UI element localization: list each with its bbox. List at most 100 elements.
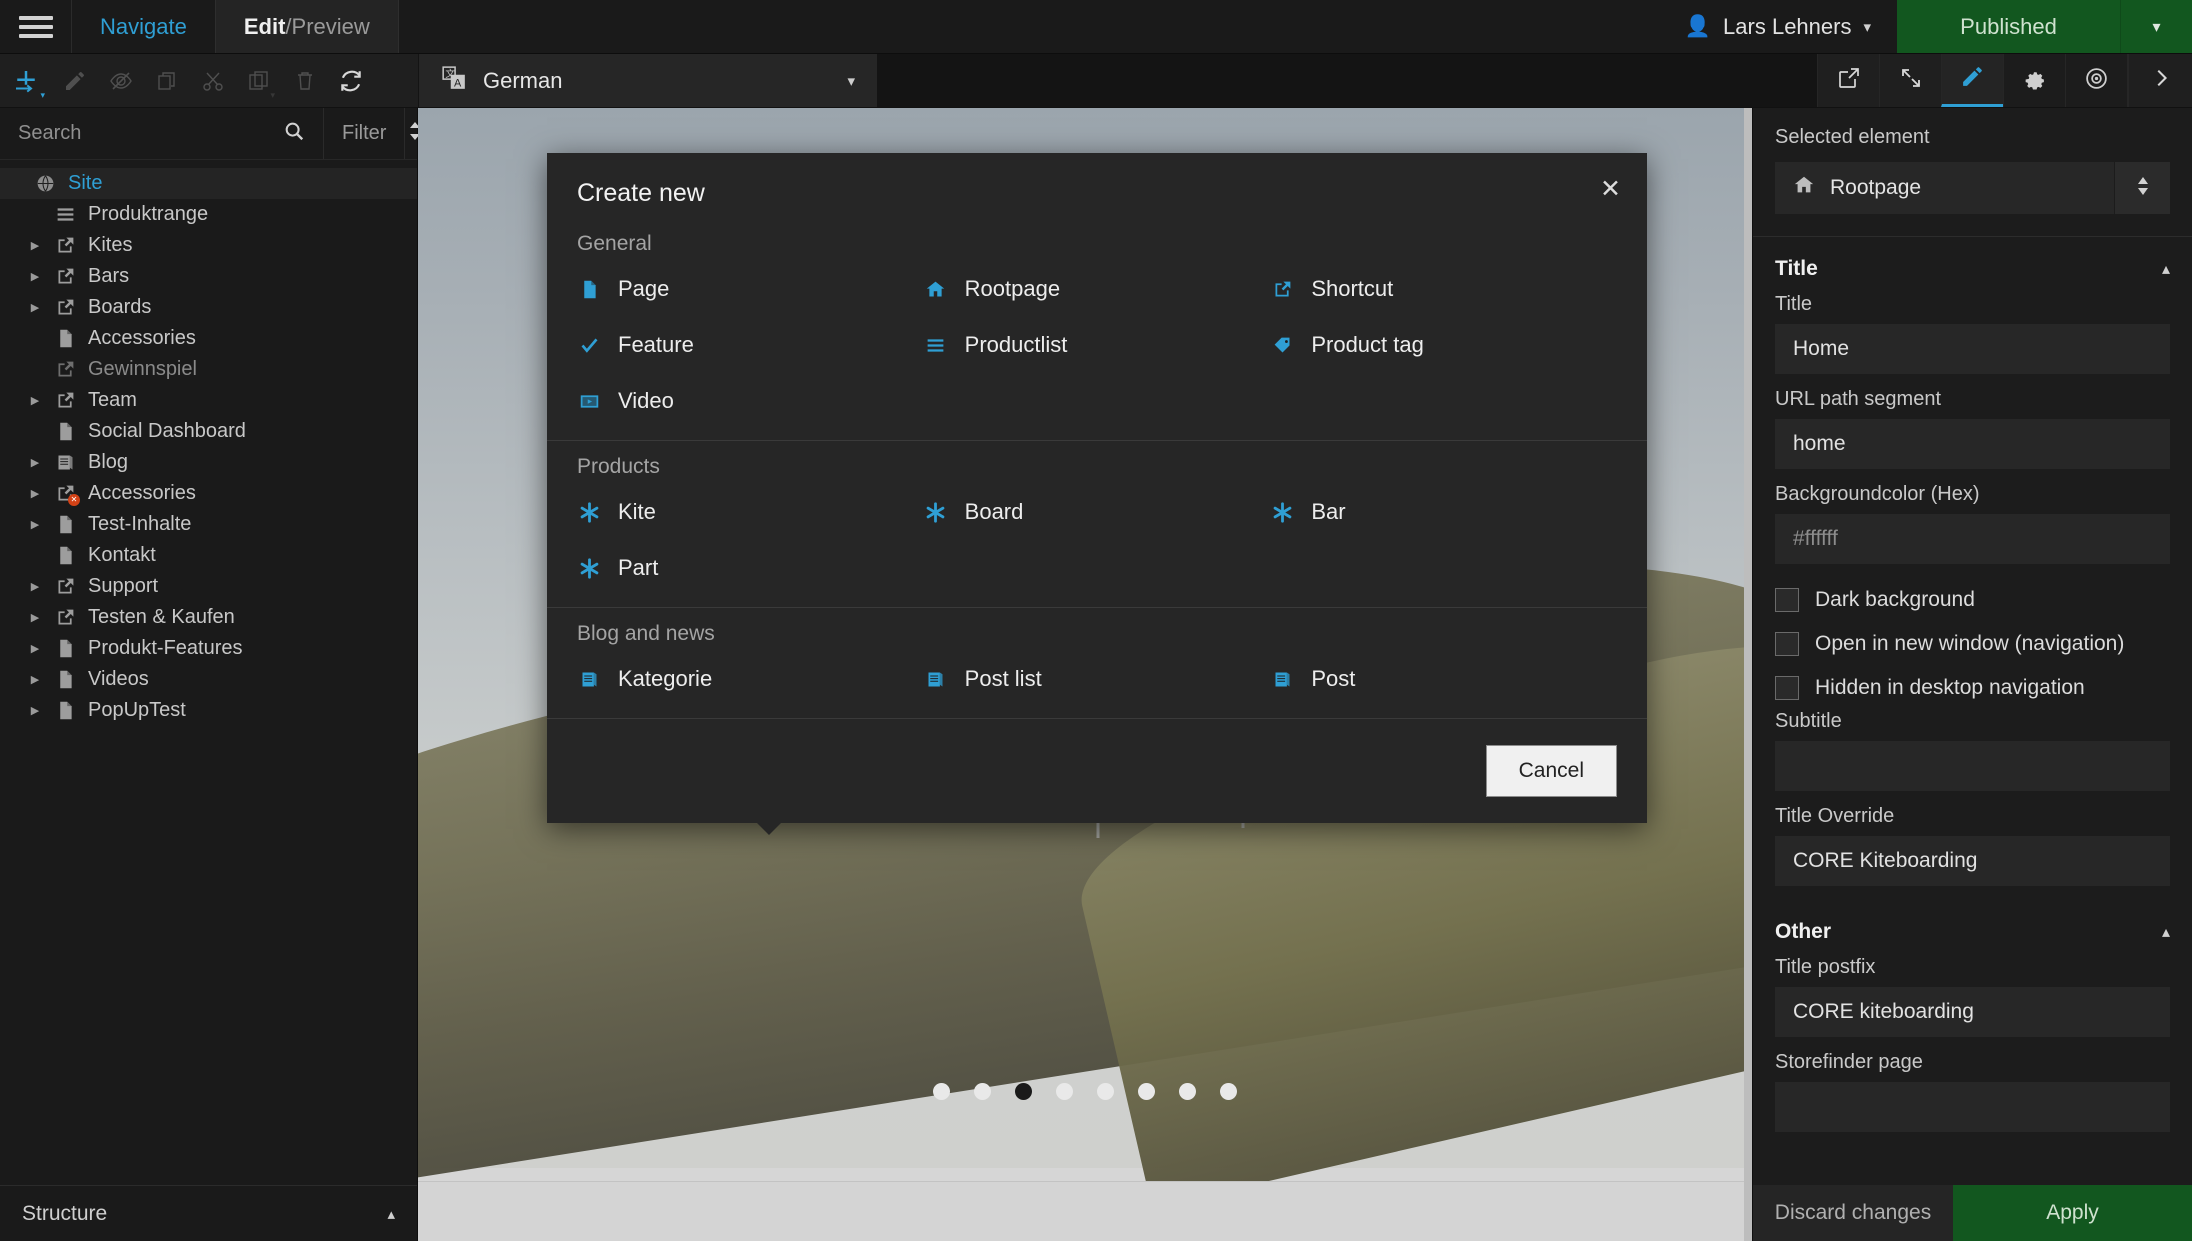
expand-arrow-icon[interactable]: ▶ <box>20 394 50 407</box>
language-selector[interactable]: 文 A German ▾ <box>418 54 878 107</box>
tree-item-team[interactable]: ▶ Team <box>0 385 417 416</box>
cancel-button[interactable]: Cancel <box>1485 745 1617 797</box>
carousel-dot[interactable] <box>1056 1083 1073 1100</box>
create-kite-option[interactable]: Kite <box>577 499 924 525</box>
focus-tab[interactable] <box>2065 54 2127 107</box>
hamburger-menu-button[interactable] <box>0 0 72 53</box>
tab-edit-preview[interactable]: Edit / Preview <box>214 0 399 53</box>
carousel-dot[interactable] <box>1015 1083 1032 1100</box>
hide-button[interactable] <box>98 54 144 108</box>
selected-element-field[interactable]: Rootpage <box>1775 162 2114 214</box>
carousel-dot[interactable] <box>933 1083 950 1100</box>
tree-item-accessories[interactable]: ▶ ✕ Accessories <box>0 478 417 509</box>
duplicate-button[interactable]: ▾ <box>236 54 282 108</box>
tree-item-test-inhalte[interactable]: ▶ Test-Inhalte <box>0 509 417 540</box>
checkbox-dark-background[interactable]: Dark background <box>1753 578 2192 622</box>
tree-item-kontakt[interactable]: Kontakt <box>0 540 417 571</box>
tree-item-popuptest[interactable]: ▶ PopUpTest <box>0 695 417 726</box>
create-feature-option[interactable]: Feature <box>577 332 924 358</box>
carousel-dot[interactable] <box>1138 1083 1155 1100</box>
delete-button[interactable] <box>282 54 328 108</box>
tree-item-blog[interactable]: ▶ Blog <box>0 447 417 478</box>
carousel-dot[interactable] <box>974 1083 991 1100</box>
search-icon[interactable] <box>283 120 305 147</box>
accordion-title[interactable]: Title ▴ <box>1753 237 2192 293</box>
create-part-option[interactable]: Part <box>577 555 924 581</box>
field-input[interactable]: CORE Kiteboarding <box>1775 836 2170 886</box>
expand-arrow-icon[interactable]: ▶ <box>20 487 50 500</box>
create-post-option[interactable]: Post <box>1270 666 1617 692</box>
carousel-dot[interactable] <box>1097 1083 1114 1100</box>
field-input[interactable]: Home <box>1775 324 2170 374</box>
fullscreen-button[interactable] <box>1879 54 1941 107</box>
checkbox-hidden-in-desktop-navigation[interactable]: Hidden in desktop navigation <box>1753 666 2192 710</box>
tree-item-boards[interactable]: ▶ Boards <box>0 292 417 323</box>
create-post-list-option[interactable]: Post list <box>924 666 1271 692</box>
apply-button[interactable]: Apply <box>1953 1185 2192 1241</box>
create-product-tag-option[interactable]: Product tag <box>1270 332 1617 358</box>
create-video-option[interactable]: Video <box>577 388 924 414</box>
tree-item-videos[interactable]: ▶ Videos <box>0 664 417 695</box>
expand-arrow-icon[interactable]: ▶ <box>20 704 50 717</box>
tree-item-produktrange[interactable]: Produktrange <box>0 199 417 230</box>
expand-arrow-icon[interactable]: ▶ <box>20 642 50 655</box>
field-input[interactable]: CORE kiteboarding <box>1775 987 2170 1037</box>
publish-dropdown-button[interactable]: ▾ <box>2120 0 2192 53</box>
tree-item-bars[interactable]: ▶ Bars <box>0 261 417 292</box>
cut-button[interactable] <box>190 54 236 108</box>
accordion-other[interactable]: Other ▴ <box>1753 900 2192 956</box>
expand-arrow-icon[interactable]: ▶ <box>20 518 50 531</box>
tree-item-kites[interactable]: ▶ Kites <box>0 230 417 261</box>
tree-item-accessories[interactable]: Accessories <box>0 323 417 354</box>
create-board-option[interactable]: Board <box>924 499 1271 525</box>
tree-item-produkt-features[interactable]: ▶ Produkt-Features <box>0 633 417 664</box>
tab-navigate[interactable]: Navigate <box>72 0 215 53</box>
field-input[interactable]: home <box>1775 419 2170 469</box>
settings-tab[interactable] <box>2003 54 2065 107</box>
expand-arrow-icon[interactable]: ▶ <box>20 673 50 686</box>
create-productlist-option[interactable]: Productlist <box>924 332 1271 358</box>
expand-arrow-icon[interactable]: ▶ <box>20 611 50 624</box>
user-menu[interactable]: 👤 Lars Lehners ▾ <box>1659 0 1897 53</box>
expand-arrow-icon[interactable]: ▶ <box>20 301 50 314</box>
field-input[interactable] <box>1775 741 2170 791</box>
tree-item-social-dashboard[interactable]: Social Dashboard <box>0 416 417 447</box>
copy-page-button[interactable] <box>144 54 190 108</box>
collapse-panel-button[interactable] <box>2128 54 2192 107</box>
carousel-dot[interactable] <box>1179 1083 1196 1100</box>
search-input[interactable] <box>18 122 283 145</box>
tree-item-site[interactable]: Site <box>0 168 417 199</box>
expand-arrow-icon[interactable]: ▶ <box>20 239 50 252</box>
edit-button[interactable] <box>52 54 98 108</box>
field-input[interactable]: #ffffff <box>1775 514 2170 564</box>
open-external-button[interactable] <box>1817 54 1879 107</box>
structure-panel-toggle[interactable]: Structure ▴ <box>0 1185 417 1241</box>
add-button[interactable]: ▾ <box>0 54 52 108</box>
close-icon[interactable]: ✕ <box>1600 177 1621 202</box>
create-rootpage-option[interactable]: Rootpage <box>924 276 1271 302</box>
expand-arrow-icon[interactable]: ▶ <box>20 270 50 283</box>
create-shortcut-option[interactable]: Shortcut <box>1270 276 1617 302</box>
selected-element-picker-button[interactable] <box>2114 162 2170 214</box>
page-properties-tab[interactable] <box>1941 54 2003 107</box>
refresh-button[interactable] <box>328 54 374 108</box>
checkbox-open-in-new-window-navigation-[interactable]: Open in new window (navigation) <box>1753 622 2192 666</box>
field-input[interactable] <box>1775 1082 2170 1132</box>
tree-item-testen-kaufen[interactable]: ▶ Testen & Kaufen <box>0 602 417 633</box>
search-box[interactable] <box>0 108 324 159</box>
checkbox-box[interactable] <box>1775 588 1799 612</box>
create-bar-option[interactable]: Bar <box>1270 499 1617 525</box>
tree-item-gewinnspiel[interactable]: Gewinnspiel <box>0 354 417 385</box>
discard-changes-button[interactable]: Discard changes <box>1753 1185 1953 1241</box>
tree-item-support[interactable]: ▶ Support <box>0 571 417 602</box>
create-page-option[interactable]: Page <box>577 276 924 302</box>
preview-scrollbar[interactable] <box>1744 108 1752 1241</box>
filter-button[interactable]: Filter <box>324 108 406 159</box>
expand-arrow-icon[interactable]: ▶ <box>20 456 50 469</box>
expand-arrow-icon[interactable]: ▶ <box>20 580 50 593</box>
checkbox-box[interactable] <box>1775 632 1799 656</box>
carousel-dot[interactable] <box>1220 1083 1237 1100</box>
create-kategorie-option[interactable]: Kategorie <box>577 666 924 692</box>
publish-status-button[interactable]: Published <box>1897 0 2120 53</box>
checkbox-box[interactable] <box>1775 676 1799 700</box>
